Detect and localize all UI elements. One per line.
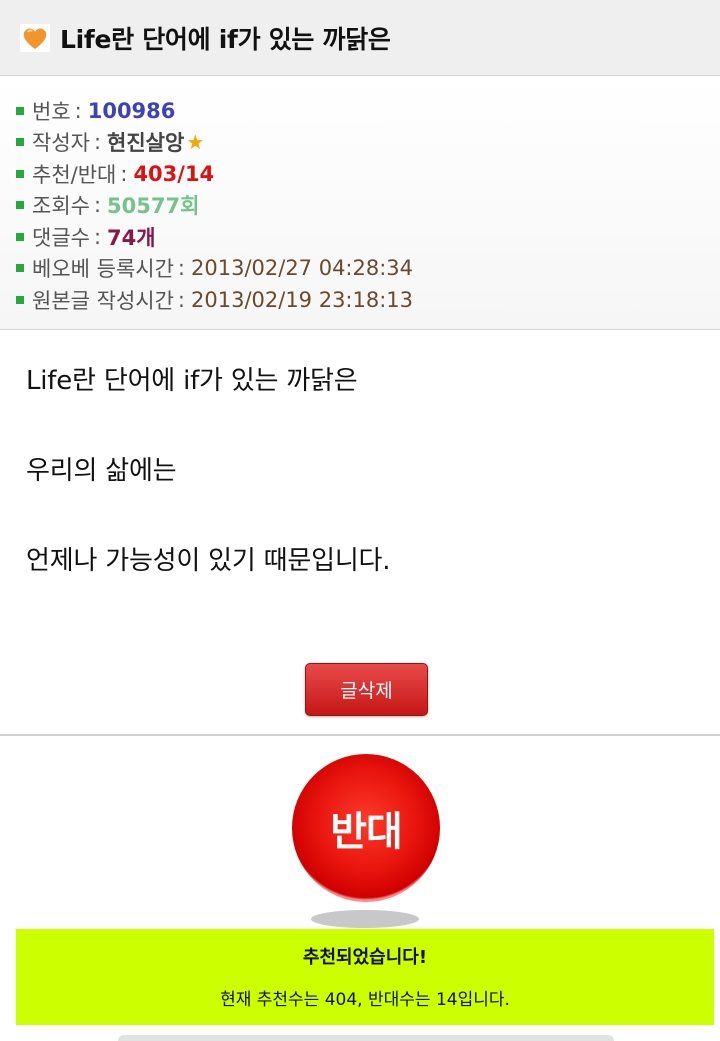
meta-separator: :: [177, 256, 185, 281]
meta-separator: :: [93, 193, 102, 218]
bullet-icon: [16, 232, 24, 241]
meta-separator: :: [93, 130, 102, 155]
notice-message: 현재 추천수는 404, 반대수는 14입니다.: [220, 990, 510, 1010]
delete-post-button[interactable]: 글삭제: [305, 663, 428, 716]
meta-written: 원본글 작성시간: 2013/02/19 23:18:13: [16, 284, 720, 316]
divider: [0, 734, 720, 736]
bullet-icon: [16, 106, 24, 115]
meta-label: 추천/반대: [32, 162, 117, 187]
post-meta: 번호: 100986 작성자: 현진살앙 ★ 추천/반대: 403/14 조회수…: [0, 77, 720, 330]
meta-comments: 댓글수: 74개: [16, 221, 720, 253]
meta-label: 베오베 등록시간: [32, 257, 174, 282]
comment-count[interactable]: 74개: [107, 222, 156, 252]
bullet-icon: [16, 138, 24, 147]
vote-count: 403/14: [133, 161, 215, 186]
bullet-icon: [16, 295, 24, 304]
written-time: 2013/02/19 23:18:13: [191, 287, 414, 312]
bullet-icon: [16, 264, 24, 273]
registered-time: 2013/02/27 04:28:34: [191, 256, 414, 281]
meta-votes: 추천/반대: 403/14: [16, 158, 720, 190]
view-count: 50577회: [107, 194, 200, 219]
post-header: Life란 단어에 if가 있는 까닭은: [0, 0, 720, 76]
star-icon: ★: [186, 130, 205, 155]
meta-registered: 베오베 등록시간: 2013/02/27 04:28:34: [16, 253, 720, 285]
meta-views: 조회수: 50577회: [16, 190, 720, 222]
heart-icon: [20, 23, 50, 52]
bottom-input-bar[interactable]: [118, 1035, 614, 1041]
post-title: Life란 단어에 if가 있는 까닭은: [60, 24, 391, 54]
oppose-label: 반대: [330, 809, 403, 855]
bullet-icon: [16, 169, 24, 178]
oppose-button[interactable]: 반대: [292, 754, 440, 902]
notice-title: 추천되었습니다!: [302, 947, 428, 968]
body-line: 언제나 가능성이 있기 때문입니다.: [26, 546, 391, 576]
meta-separator: :: [74, 98, 82, 123]
meta-label: 원본글 작성시간: [32, 288, 174, 313]
bullet-icon: [16, 201, 24, 210]
meta-separator: :: [93, 224, 102, 249]
post-number: 100986: [87, 98, 176, 123]
meta-number: 번호: 100986: [16, 95, 720, 127]
button-shadow: [311, 910, 419, 928]
meta-label: 작성자: [32, 131, 90, 156]
body-line: 우리의 삶에는: [26, 456, 177, 486]
meta-author: 작성자: 현진살앙 ★: [16, 127, 720, 159]
meta-separator: :: [120, 161, 128, 186]
meta-label: 번호: [32, 99, 71, 124]
author-name[interactable]: 현진살앙: [107, 127, 184, 157]
meta-separator: :: [177, 287, 185, 312]
meta-label: 조회수: [32, 194, 90, 219]
meta-label: 댓글수: [32, 225, 90, 250]
vote-notice: 추천되었습니다! 현재 추천수는 404, 반대수는 14입니다.: [16, 929, 714, 1025]
body-line: Life란 단어에 if가 있는 까닭은: [26, 366, 358, 396]
